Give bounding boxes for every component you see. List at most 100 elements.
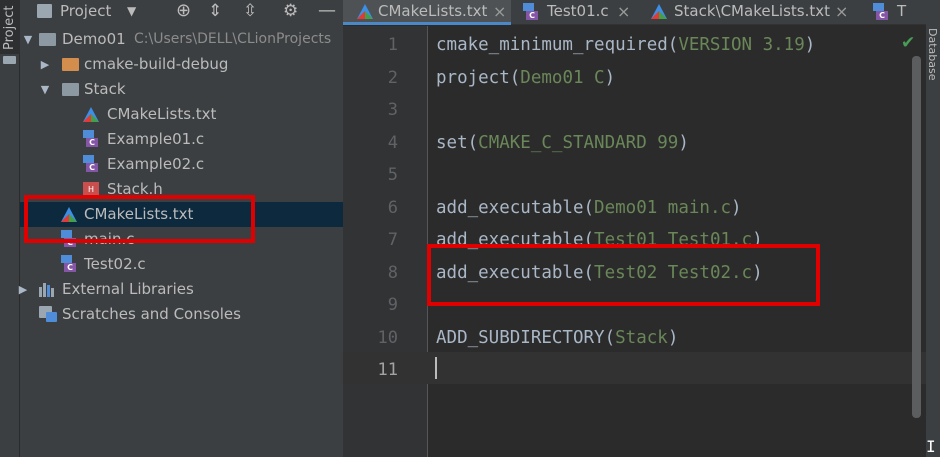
code-line[interactable]: cmake_minimum_required(VERSION 3.19) xyxy=(436,29,815,61)
tree-item-stack-folder[interactable]: ▼ Stack xyxy=(20,77,343,102)
project-view-icon xyxy=(37,4,52,18)
code-arguments: Demo01 C xyxy=(520,68,605,88)
tab-label: Test01.c xyxy=(547,2,609,20)
tree-item-label: Example02.c xyxy=(107,155,205,173)
cmake-icon xyxy=(651,4,667,19)
tab-label: T xyxy=(897,2,907,20)
tab-stack-cmakelists[interactable]: Stack\CMakeLists.txt × xyxy=(639,0,861,25)
line-number[interactable]: 11 xyxy=(343,354,398,386)
code-line[interactable]: set(CMAKE_C_STANDARD 99) xyxy=(436,127,689,159)
code-paren: ) xyxy=(667,328,679,348)
tree-item-label: Stack xyxy=(84,80,126,98)
tree-item-test02-c[interactable]: C Test02.c xyxy=(20,252,343,277)
project-panel-header: Project ▼ ⊕ ⇕ ⇳ ⚙ — xyxy=(20,0,343,24)
code-paren: ) xyxy=(804,35,816,55)
tree-item-example01[interactable]: C Example01.c xyxy=(20,127,343,152)
line-number[interactable]: 7 xyxy=(343,224,398,256)
project-tree: ▼ Demo01 C:\Users\DELL\CLionProjects ▶ c… xyxy=(17,27,343,327)
folder-icon xyxy=(39,33,56,46)
tree-item-example02[interactable]: C Example02.c xyxy=(20,152,343,177)
tab-label: CMakeLists.txt xyxy=(378,2,488,20)
tree-item-stack-cmakelists[interactable]: CMakeLists.txt xyxy=(20,102,343,127)
text-caret xyxy=(435,357,437,379)
chevron-down-icon[interactable]: ▼ xyxy=(39,77,51,102)
annotation-box-add-executable xyxy=(427,244,820,306)
cmake-icon xyxy=(357,4,373,19)
tree-item-external-libraries[interactable]: ▶ External Libraries xyxy=(17,277,343,302)
code-paren: ) xyxy=(604,68,616,88)
chevron-down-icon[interactable]: ▼ xyxy=(127,0,136,24)
right-tool-stripe: Database xyxy=(926,0,940,457)
tree-item-scratches[interactable]: Scratches and Consoles xyxy=(20,302,343,327)
database-tool-tab[interactable]: Database xyxy=(926,28,939,81)
tree-item-label: External Libraries xyxy=(62,280,194,298)
code-command: set( xyxy=(436,133,479,153)
left-tool-stripe: Project xyxy=(0,0,20,457)
code-arguments: Stack xyxy=(615,328,668,348)
line-number[interactable]: 10 xyxy=(343,322,398,354)
line-number[interactable]: 8 xyxy=(343,257,398,289)
tree-item-label: CMakeLists.txt xyxy=(107,105,217,123)
tree-item-cmake-build-debug[interactable]: ▶ cmake-build-debug xyxy=(20,52,343,77)
vertical-scrollbar[interactable] xyxy=(912,56,921,418)
project-path: C:\Users\DELL\CLionProjects xyxy=(134,31,332,47)
tab-truncated[interactable]: C T xyxy=(861,0,926,25)
code-line[interactable]: project(Demo01 C) xyxy=(436,62,615,94)
project-view-title[interactable]: Project xyxy=(60,0,111,24)
folder-icon[interactable] xyxy=(3,56,16,64)
library-icon xyxy=(39,283,56,297)
expand-all-icon[interactable]: ⇕ xyxy=(208,0,222,24)
c-file-icon: C xyxy=(83,155,99,172)
code-command: add_executable( xyxy=(436,198,595,218)
tree-item-label: cmake-build-debug xyxy=(84,55,229,73)
code-paren: ) xyxy=(678,133,689,153)
code-command: ADD_SUBDIRECTORY( xyxy=(436,328,616,348)
tree-item-label: Demo01 xyxy=(62,30,126,48)
check-icon[interactable]: ✔ xyxy=(901,33,915,53)
line-number[interactable]: 2 xyxy=(343,62,398,94)
code-line[interactable]: ADD_SUBDIRECTORY(Stack) xyxy=(436,322,678,354)
c-file-icon: C xyxy=(61,255,77,272)
folder-icon xyxy=(62,58,79,71)
code-arguments: Demo01 main.c xyxy=(594,198,732,218)
folder-icon xyxy=(62,83,79,96)
line-number[interactable]: 6 xyxy=(343,192,398,224)
code-paren: ) xyxy=(731,198,742,218)
tab-cmakelists[interactable]: CMakeLists.txt × xyxy=(343,0,511,25)
chevron-right-icon[interactable]: ▶ xyxy=(17,277,29,302)
tab-label: Stack\CMakeLists.txt xyxy=(674,2,831,20)
text-cursor-icon: I xyxy=(926,437,936,456)
code-command: project( xyxy=(436,68,521,88)
code-arguments: VERSION 3.19 xyxy=(678,35,805,55)
chevron-right-icon[interactable]: ▶ xyxy=(39,52,51,77)
line-number[interactable]: 4 xyxy=(343,127,398,159)
close-icon[interactable]: × xyxy=(617,0,630,23)
scratches-icon xyxy=(39,306,57,322)
tree-item-label: Test02.c xyxy=(84,255,146,273)
collapse-all-icon[interactable]: ⇳ xyxy=(243,0,257,24)
tab-test01[interactable]: C Test01.c × xyxy=(511,0,639,25)
close-icon[interactable]: × xyxy=(493,0,506,23)
code-line[interactable]: add_executable(Demo01 main.c) xyxy=(436,192,742,224)
tree-item-label: Example01.c xyxy=(107,130,205,148)
c-file-icon: C xyxy=(523,3,539,20)
editor-tab-bar: CMakeLists.txt × C Test01.c × Stack\CMak… xyxy=(343,0,940,25)
hide-icon[interactable]: — xyxy=(318,0,336,24)
tree-item-demo01[interactable]: ▼ Demo01 C:\Users\DELL\CLionProjects xyxy=(20,27,343,52)
line-number[interactable]: 9 xyxy=(343,289,398,321)
chevron-down-icon[interactable]: ▼ xyxy=(22,27,34,52)
line-number[interactable]: 5 xyxy=(343,159,398,191)
locate-icon[interactable]: ⊕ xyxy=(176,0,191,24)
gear-icon[interactable]: ⚙ xyxy=(283,0,298,24)
project-tool-tab[interactable]: Project xyxy=(0,0,20,54)
close-icon[interactable]: × xyxy=(835,0,848,23)
line-number[interactable]: 3 xyxy=(343,94,398,126)
tree-item-label: Scratches and Consoles xyxy=(62,305,241,323)
current-line-highlight xyxy=(343,352,940,384)
code-arguments: CMAKE_C_STANDARD 99 xyxy=(478,133,679,153)
cmake-icon xyxy=(83,107,99,122)
line-number[interactable]: 1 xyxy=(343,29,398,61)
project-tool-tab-label: Project xyxy=(2,5,17,50)
c-file-icon: C xyxy=(83,130,99,147)
code-command: cmake_minimum_required( xyxy=(436,35,679,55)
